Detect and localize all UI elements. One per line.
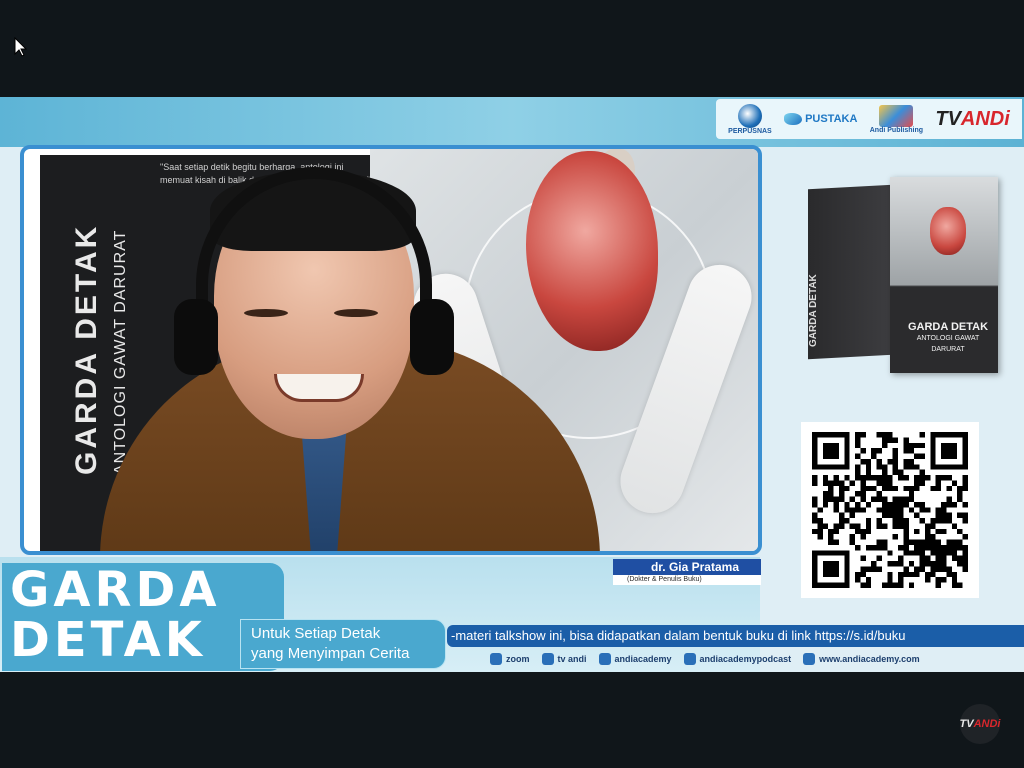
book-cover-image: GARDA DETAK GARDA DETAK ANTOLOGI GAWAT D… [808,177,998,377]
tv-andi-prefix: TV [935,107,961,130]
tagline-line1: Untuk Setiap Detak [251,625,381,642]
zoom-icon [490,653,502,665]
tv-andi-watermark: TV ANDi [960,704,1000,744]
speaker-video-feed: GARDA DETAK ANTOLOGI GAWAT DARURAT "Saat… [20,145,762,555]
banner-vertical-title: GARDA DETAK ANTOLOGI GAWAT DARURAT [70,175,130,475]
sponsor-logos: PERPUSNAS PUSTAKA Andi Publishing TVANDi [716,99,1022,139]
book-heart-icon [930,207,966,255]
tagline-box: Untuk Setiap Detak yang Menyimpan Cerita [240,619,446,669]
social-instagram: andiacademy [598,653,672,665]
show-title-line2: DETAK [10,612,206,668]
social-zoom: zoom [490,653,530,665]
web-icon [803,653,816,665]
show-tagline: Untuk Setiap Detak yang Menyimpan Cerita [251,624,409,664]
left-earcup [174,299,218,375]
tv-andi-logo: TVANDi [935,108,1009,131]
speaker-name: dr. Gia Pratama [613,559,761,575]
pustaka-logo: PUSTAKA [784,113,857,125]
podcast-icon [683,653,696,665]
swoosh-icon [784,113,803,125]
book-subtitle-text: ANTOLOGI GAWAT DARURAT [916,335,980,353]
tv-icon [541,653,554,665]
qr-code [801,422,979,598]
instagram-icon [598,653,611,665]
show-title-line1: GARDA [10,562,221,618]
video-stage: PERPUSNAS PUSTAKA Andi Publishing TVANDi… [0,97,1024,672]
bottom-letterbox [0,672,1024,768]
book-front-cover: GARDA DETAK ANTOLOGI GAWAT DARURAT [890,177,998,373]
watermark-suffix: ANDi [973,718,1001,730]
social-zoom-label: zoom [506,654,530,664]
social-tv-andi-label: tv andi [557,654,587,664]
andi-publisher-logo: Andi Publishing [869,104,924,134]
perpusnas-label: PERPUSNAS [728,127,772,135]
book-spine-title: GARDA DETAK [808,274,819,347]
social-instagram-label: andiacademy [614,654,672,664]
speaker-role: (Dokter & Penulis Buku) [613,575,761,585]
news-ticker: -materi talkshow ini, bisa didapatkan da… [447,625,1024,647]
perpusnas-logo: PERPUSNAS [728,103,772,135]
social-links-bar: zoom tv andi andiacademy andiacademypodc… [490,649,1024,669]
book-title-text: GARDA DETAK [907,321,989,333]
right-earcup [410,299,454,375]
speaker-smile [274,374,364,402]
social-website-label: www.andiacademy.com [819,654,920,664]
show-title: GARDA DETAK [10,565,221,665]
watermark-prefix: TV [959,718,974,730]
social-website: www.andiacademy.com [803,653,920,665]
tv-andi-suffix: ANDi [960,107,1010,130]
social-podcast: andiacademypodcast [683,653,792,665]
qr-code-icon [812,432,968,588]
book-logo-icon [879,104,914,127]
top-letterbox [0,0,1024,97]
book-title: GARDA DETAK ANTOLOGI GAWAT DARURAT [900,322,996,355]
mouse-cursor-icon [14,37,28,57]
perpusnas-icon [737,103,762,128]
andi-publisher-label: Andi Publishing [869,126,924,134]
banner-title-text: GARDA DETAK [70,223,103,475]
social-podcast-label: andiacademypodcast [699,654,792,664]
banner-subtitle-text: ANTOLOGI GAWAT DARURAT [112,229,129,475]
speaker-lower-third: dr. Gia Pratama (Dokter & Penulis Buku) [613,559,761,587]
social-tv-andi: tv andi [541,653,587,665]
pustaka-label: PUSTAKA [805,113,858,125]
tagline-line2: yang Menyimpan Cerita [251,645,410,662]
